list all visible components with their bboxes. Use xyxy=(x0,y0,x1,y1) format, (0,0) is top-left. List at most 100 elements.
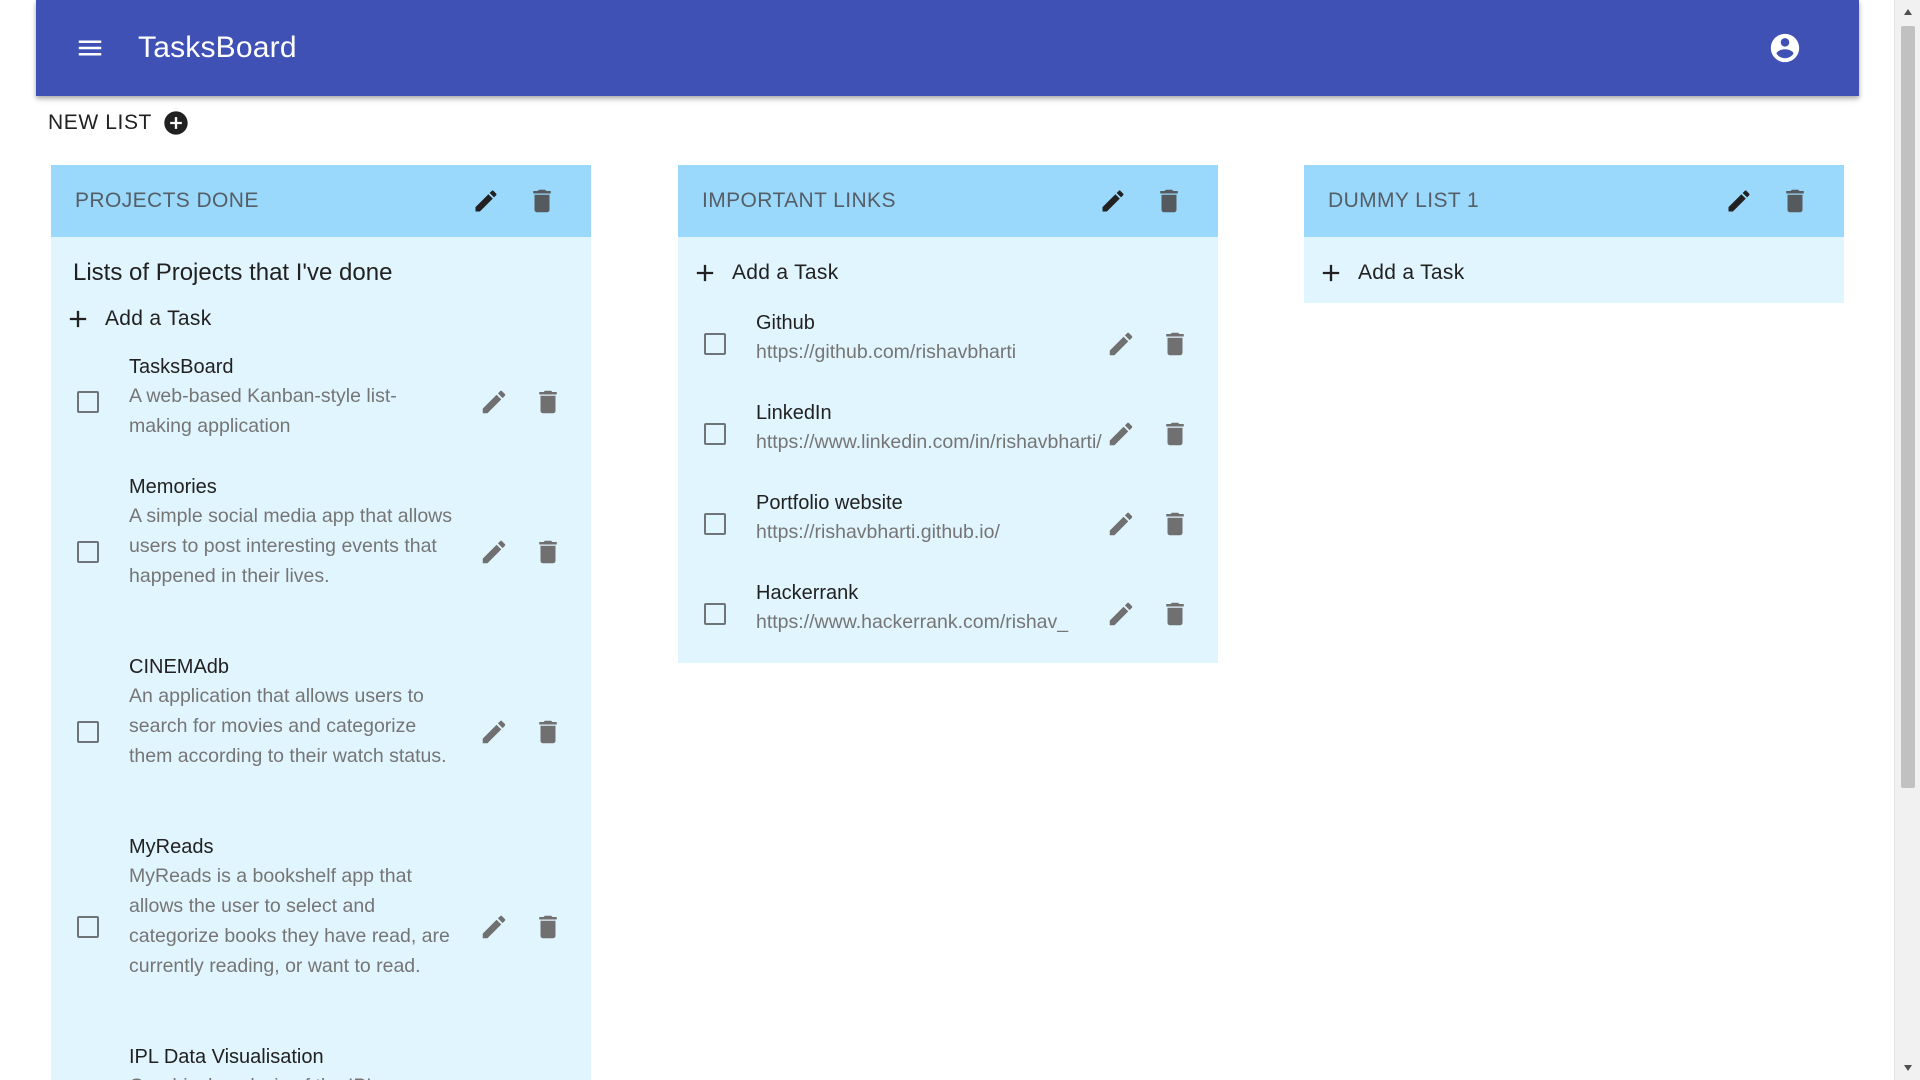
pencil-icon xyxy=(1106,509,1136,539)
delete-task-button[interactable] xyxy=(527,531,569,573)
edit-task-button[interactable] xyxy=(1100,323,1142,365)
task-item: Github https://github.com/rishavbharti xyxy=(678,301,1218,391)
task-item: TasksBoard A web-based Kanban-style list… xyxy=(51,345,591,465)
new-list-button[interactable]: NEW LIST xyxy=(48,108,190,138)
task-title: TasksBoard xyxy=(129,356,234,378)
edit-task-button[interactable] xyxy=(1100,503,1142,545)
edit-list-button[interactable] xyxy=(1718,180,1760,222)
add-circle-icon xyxy=(162,109,190,137)
add-task-label: Add a Task xyxy=(1358,261,1465,284)
pencil-icon xyxy=(1106,329,1136,359)
checkbox-unchecked-icon xyxy=(704,513,726,535)
delete-task-button[interactable] xyxy=(1154,503,1196,545)
list-important-links: IMPORTANT LINKS Add a Task Github https:… xyxy=(678,165,1218,663)
list-title: IMPORTANT LINKS xyxy=(702,189,896,212)
task-link: https://www.hackerrank.com/rishav_ xyxy=(756,611,1069,633)
delete-task-button[interactable] xyxy=(527,381,569,423)
pencil-icon xyxy=(479,537,509,567)
list-projects-done: PROJECTS DONE Lists of Projects that I'v… xyxy=(51,165,591,1080)
delete-task-button[interactable] xyxy=(527,711,569,753)
scroll-up-button[interactable] xyxy=(1895,2,1920,22)
checkbox-unchecked-icon xyxy=(77,391,99,413)
edit-task-button[interactable] xyxy=(473,531,515,573)
trash-icon xyxy=(1160,329,1190,359)
task-title: Portfolio website xyxy=(756,492,903,514)
delete-list-button[interactable] xyxy=(521,180,563,222)
task-link: https://github.com/rishavbharti xyxy=(756,341,1017,363)
scroll-down-button[interactable] xyxy=(1895,1058,1920,1078)
trash-icon xyxy=(1160,419,1190,449)
checkbox-unchecked-icon xyxy=(704,603,726,625)
task-checkbox[interactable] xyxy=(73,387,103,417)
task-title: LinkedIn xyxy=(756,402,832,424)
task-description: An application that allows users to sear… xyxy=(129,685,447,767)
task-checkbox[interactable] xyxy=(700,329,730,359)
task-description: Graphical analysis of the IPL xyxy=(129,1071,459,1080)
edit-list-button[interactable] xyxy=(465,180,507,222)
trash-icon xyxy=(533,537,563,567)
delete-task-button[interactable] xyxy=(527,906,569,948)
list-header: IMPORTANT LINKS xyxy=(678,165,1218,237)
list-title: DUMMY LIST 1 xyxy=(1328,189,1480,212)
triangle-down-icon xyxy=(1904,1065,1912,1071)
task-title: CINEMAdb xyxy=(129,656,230,678)
trash-icon xyxy=(527,186,557,216)
edit-task-button[interactable] xyxy=(473,906,515,948)
delete-list-button[interactable] xyxy=(1774,180,1816,222)
task-checkbox[interactable] xyxy=(700,509,730,539)
app-bar: TasksBoard xyxy=(36,0,1859,96)
task-title: MyReads xyxy=(129,836,214,858)
pencil-icon xyxy=(1725,187,1753,215)
task-title: IPL Data Visualisation xyxy=(129,1046,324,1068)
checkbox-unchecked-icon xyxy=(77,916,99,938)
menu-button[interactable] xyxy=(66,24,114,72)
trash-icon xyxy=(533,717,563,747)
edit-task-button[interactable] xyxy=(473,381,515,423)
task-checkbox[interactable] xyxy=(73,717,103,747)
task-item: CINEMAdb An application that allows user… xyxy=(51,645,591,825)
add-task-button[interactable]: Add a Task xyxy=(51,295,591,343)
trash-icon xyxy=(1780,186,1810,216)
task-description: MyReads is a bookshelf app that allows t… xyxy=(129,865,450,977)
delete-task-button[interactable] xyxy=(1154,413,1196,455)
task-checkbox[interactable] xyxy=(73,912,103,942)
edit-task-button[interactable] xyxy=(1100,593,1142,635)
edit-task-button[interactable] xyxy=(1100,413,1142,455)
task-item: IPL Data Visualisation Graphical analysi… xyxy=(51,1035,591,1080)
account-button[interactable] xyxy=(1761,24,1809,72)
task-checkbox[interactable] xyxy=(700,599,730,629)
new-list-label: NEW LIST xyxy=(48,111,152,134)
delete-task-button[interactable] xyxy=(1154,593,1196,635)
task-checkbox[interactable] xyxy=(700,419,730,449)
trash-icon xyxy=(1160,509,1190,539)
pencil-icon xyxy=(1106,419,1136,449)
pencil-icon xyxy=(479,912,509,942)
triangle-up-icon xyxy=(1904,9,1912,15)
checkbox-unchecked-icon xyxy=(704,423,726,445)
edit-list-button[interactable] xyxy=(1092,180,1134,222)
scrollbar-thumb[interactable] xyxy=(1901,26,1915,788)
plus-icon xyxy=(690,258,720,288)
edit-task-button[interactable] xyxy=(473,711,515,753)
add-task-button[interactable]: Add a Task xyxy=(678,245,1218,301)
delete-list-button[interactable] xyxy=(1148,180,1190,222)
trash-icon xyxy=(1160,599,1190,629)
page-scrollbar[interactable] xyxy=(1894,0,1920,1080)
plus-icon xyxy=(1316,258,1346,288)
trash-icon xyxy=(1154,186,1184,216)
task-item: LinkedIn https://www.linkedin.com/in/ris… xyxy=(678,391,1218,481)
trash-icon xyxy=(533,387,563,417)
trash-icon xyxy=(533,912,563,942)
task-checkbox[interactable] xyxy=(73,537,103,567)
task-item: Memories A simple social media app that … xyxy=(51,465,591,645)
task-item: MyReads MyReads is a bookshelf app that … xyxy=(51,825,591,1035)
checkbox-unchecked-icon xyxy=(77,721,99,743)
add-task-label: Add a Task xyxy=(732,261,839,284)
task-title: Github xyxy=(756,312,815,334)
task-description: A simple social media app that allows us… xyxy=(129,505,452,587)
app-title: TasksBoard xyxy=(138,31,297,64)
delete-task-button[interactable] xyxy=(1154,323,1196,365)
add-task-button[interactable]: Add a Task xyxy=(1304,245,1844,301)
task-link: https://rishavbharti.github.io/ xyxy=(756,521,1000,543)
checkbox-unchecked-icon xyxy=(704,333,726,355)
